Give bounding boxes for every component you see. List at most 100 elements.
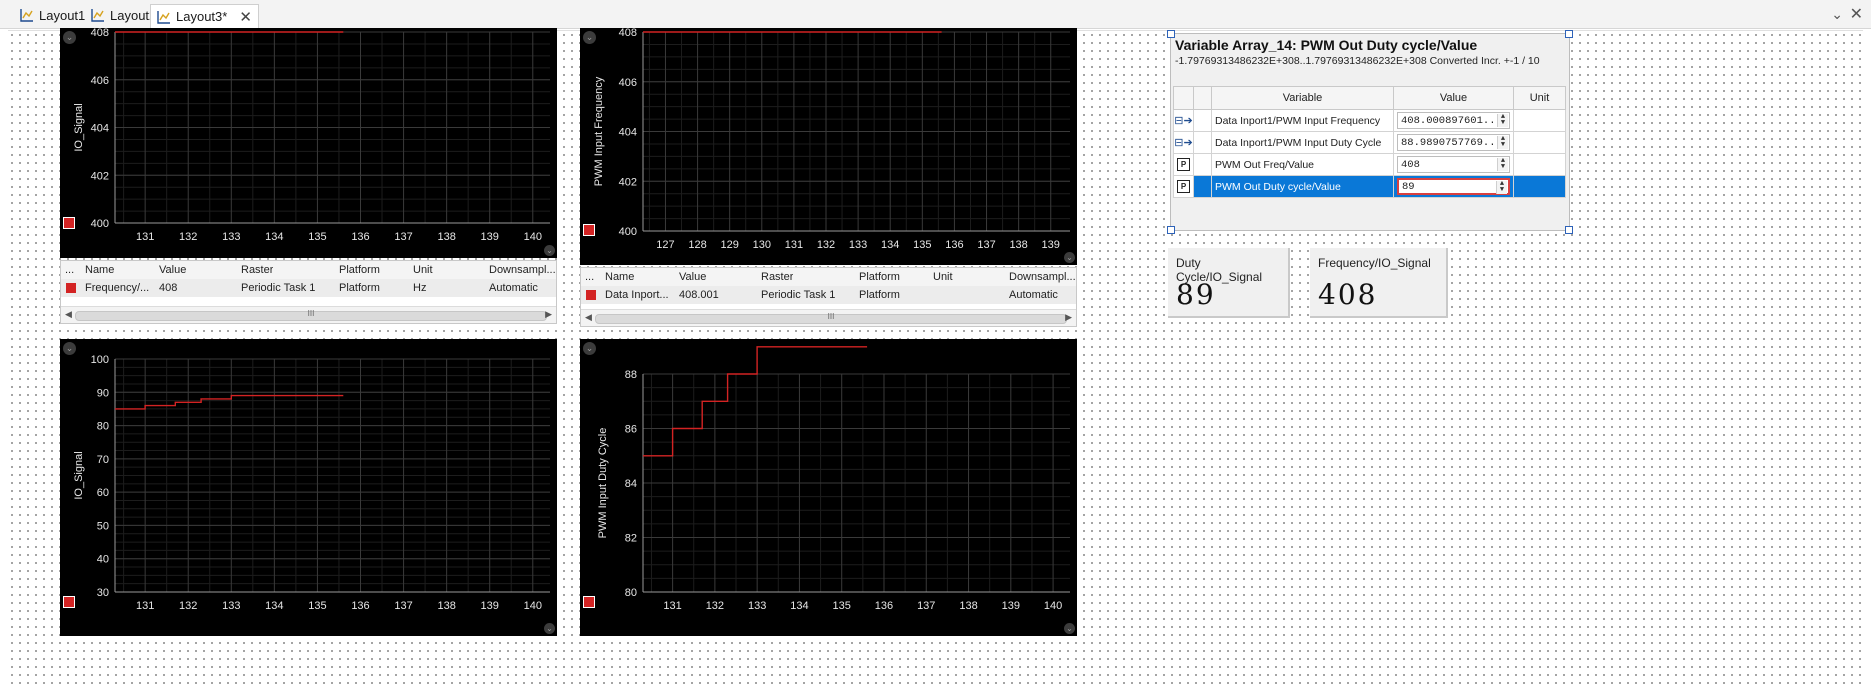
column-header[interactable]: Name bbox=[85, 264, 114, 276]
x-tick-label: 137 bbox=[394, 231, 412, 243]
tab-layout3[interactable]: Layout3* ✕ bbox=[150, 4, 259, 28]
close-icon[interactable]: ✕ bbox=[239, 8, 252, 26]
spin-button[interactable]: ▲ ▼ bbox=[1497, 136, 1508, 149]
variable-name: PWM Out Duty cycle/Value bbox=[1211, 175, 1394, 198]
table-row[interactable]: ⊟➔ Data Inport1/PWM Input Duty Cycle 88.… bbox=[1173, 131, 1566, 154]
scroll-right-icon[interactable]: ▶ bbox=[1065, 312, 1072, 323]
column-header[interactable]: Unit bbox=[933, 271, 953, 283]
spin-button[interactable]: ▲ ▼ bbox=[1496, 181, 1507, 194]
signal-raster: Periodic Task 1 bbox=[241, 282, 316, 294]
plot-settings-icon[interactable]: ⌄ bbox=[544, 245, 555, 256]
variable-array-range: -1.79769313486232E+308..1.79769313486232… bbox=[1175, 55, 1540, 67]
table-row[interactable]: Frequency/... 408 Periodic Task 1 Platfo… bbox=[61, 279, 556, 297]
signal-color-swatch[interactable] bbox=[66, 283, 76, 293]
plot-menu-icon[interactable]: ⌄ bbox=[583, 31, 596, 44]
resize-handle[interactable] bbox=[1565, 30, 1573, 38]
horizontal-scrollbar[interactable]: ◀ III ▶ bbox=[581, 309, 1076, 326]
variable-name: Data Inport1/PWM Input Frequency bbox=[1211, 109, 1394, 132]
x-tick-label: 133 bbox=[222, 231, 240, 243]
unit-cell bbox=[1513, 131, 1566, 154]
resize-handle[interactable] bbox=[1167, 226, 1175, 234]
plot-menu-icon[interactable]: ⌄ bbox=[63, 342, 76, 355]
table-row[interactable]: Data Inport... 408.001 Periodic Task 1 P… bbox=[581, 286, 1076, 304]
resize-handle[interactable] bbox=[1565, 226, 1573, 234]
y-tick-label: 404 bbox=[619, 127, 637, 139]
signal-platform: Platform bbox=[859, 289, 900, 301]
variable-column-header[interactable]: Variable bbox=[1211, 86, 1394, 110]
y-tick-label: 84 bbox=[625, 478, 637, 490]
column-header[interactable]: Raster bbox=[761, 271, 793, 283]
time-plot-pwm-input-duty-cycle[interactable]: 131 132 133 134 135 136 137 138 139 140 88 86 84 82 80… bbox=[580, 339, 1077, 636]
value-field[interactable]: 408.000897601... ▲ ▼ bbox=[1397, 112, 1510, 129]
signal-unit: Hz bbox=[413, 282, 427, 294]
value-field[interactable]: 408 ▲ ▼ bbox=[1397, 156, 1510, 173]
y-tick-label: 40 bbox=[97, 554, 109, 566]
plot-settings-icon[interactable]: ⌄ bbox=[1064, 623, 1075, 634]
scrollbar-thumb[interactable]: III bbox=[75, 309, 547, 321]
chevron-down-icon[interactable]: ⌄ bbox=[1831, 6, 1843, 23]
close-icon[interactable]: ✕ bbox=[1850, 4, 1863, 24]
column-header[interactable]: Raster bbox=[241, 264, 273, 276]
value-field[interactable]: 88.9890757769... ▲ ▼ bbox=[1397, 134, 1510, 151]
column-header[interactable]: Value bbox=[159, 264, 186, 276]
column-header[interactable]: ... bbox=[585, 271, 594, 283]
scrollbar-thumb[interactable]: III bbox=[595, 312, 1067, 324]
column-header[interactable]: Downsampl... bbox=[489, 264, 555, 276]
tab-layout1[interactable]: Layout1 bbox=[14, 4, 91, 26]
spin-button[interactable]: ▲ ▼ bbox=[1497, 158, 1508, 171]
resize-handle[interactable] bbox=[1167, 30, 1175, 38]
unit-column-header[interactable]: Unit bbox=[1513, 86, 1566, 110]
variable-name: PWM Out Freq/Value bbox=[1211, 153, 1394, 176]
y-tick-label: 408 bbox=[91, 28, 109, 39]
time-plot-pwm-input-frequency[interactable]: 127 128 129 130 131 132 133 134 135 136 137 138 139 4… bbox=[580, 28, 1077, 265]
layout-chart-icon bbox=[157, 10, 170, 24]
plot-settings-icon[interactable]: ⌄ bbox=[1064, 252, 1075, 263]
layout-chart-icon bbox=[20, 9, 33, 22]
value-column-header[interactable]: Value bbox=[1393, 86, 1514, 110]
y-axis-label: PWM Input Duty Cycle bbox=[597, 428, 609, 539]
x-tick-label: 127 bbox=[656, 239, 674, 251]
signal-marker bbox=[583, 224, 595, 236]
display-frequency[interactable]: Frequency/IO_Signal 408 bbox=[1310, 248, 1448, 318]
x-tick-label: 137 bbox=[394, 600, 412, 612]
y-tick-label: 406 bbox=[91, 75, 109, 87]
signal-table: ... Name Value Raster Platform Unit Down… bbox=[580, 267, 1077, 327]
column-header[interactable]: Name bbox=[605, 271, 634, 283]
x-tick-label: 134 bbox=[790, 600, 808, 612]
x-tick-label: 134 bbox=[265, 600, 283, 612]
plot-menu-icon[interactable]: ⌄ bbox=[63, 31, 76, 44]
variable-array-instrument[interactable]: Variable Array_14: PWM Out Duty cycle/Va… bbox=[1167, 30, 1573, 234]
column-header[interactable]: Unit bbox=[413, 264, 433, 276]
scroll-right-icon[interactable]: ▶ bbox=[545, 309, 552, 320]
table-row[interactable]: ⊟➔ Data Inport1/PWM Input Frequency 408.… bbox=[1173, 109, 1566, 132]
column-header[interactable]: Platform bbox=[859, 271, 900, 283]
x-tick-label: 137 bbox=[977, 239, 995, 251]
y-tick-label: 406 bbox=[619, 77, 637, 89]
time-plot-io-signal-duty[interactable]: 131 132 133 134 135 136 137 138 139 140 100 90 80 70 6… bbox=[60, 339, 557, 636]
plot-menu-icon[interactable]: ⌄ bbox=[583, 342, 596, 355]
value-edit-field[interactable]: 89 ▲ ▼ bbox=[1397, 178, 1510, 195]
column-header[interactable]: ... bbox=[65, 264, 74, 276]
y-tick-label: 70 bbox=[97, 454, 109, 466]
grid-header: Variable Value Unit bbox=[1173, 86, 1566, 110]
display-value: 408 bbox=[1318, 278, 1378, 311]
x-tick-label: 136 bbox=[945, 239, 963, 251]
scroll-left-icon[interactable]: ◀ bbox=[65, 309, 72, 320]
table-row-selected[interactable]: P PWM Out Duty cycle/Value 89 ▲ ▼ bbox=[1173, 175, 1566, 198]
y-tick-label: 408 bbox=[619, 28, 637, 39]
column-header[interactable]: Downsampl... bbox=[1009, 271, 1075, 283]
signal-color-swatch[interactable] bbox=[586, 290, 596, 300]
time-plot-io-signal[interactable]: 131 132 133 134 135 136 137 138 139 140 408 406 404 4… bbox=[60, 28, 557, 258]
spin-button[interactable]: ▲ ▼ bbox=[1497, 114, 1508, 127]
y-tick-label: 60 bbox=[97, 487, 109, 499]
column-header[interactable]: Value bbox=[679, 271, 706, 283]
grid-lines bbox=[643, 31, 1070, 232]
plot-area: 131 132 133 134 135 136 137 138 139 140 100 90 80 70 6… bbox=[73, 354, 550, 612]
horizontal-scrollbar[interactable]: ◀ III ▶ bbox=[61, 306, 556, 323]
plot-settings-icon[interactable]: ⌄ bbox=[544, 623, 555, 634]
scroll-left-icon[interactable]: ◀ bbox=[585, 312, 592, 323]
table-row[interactable]: P PWM Out Freq/Value 408 ▲ ▼ bbox=[1173, 153, 1566, 176]
column-header[interactable]: Platform bbox=[339, 264, 380, 276]
y-tick-label: 400 bbox=[619, 226, 637, 238]
display-duty-cycle[interactable]: Duty Cycle/IO_Signal 89 bbox=[1168, 248, 1290, 318]
